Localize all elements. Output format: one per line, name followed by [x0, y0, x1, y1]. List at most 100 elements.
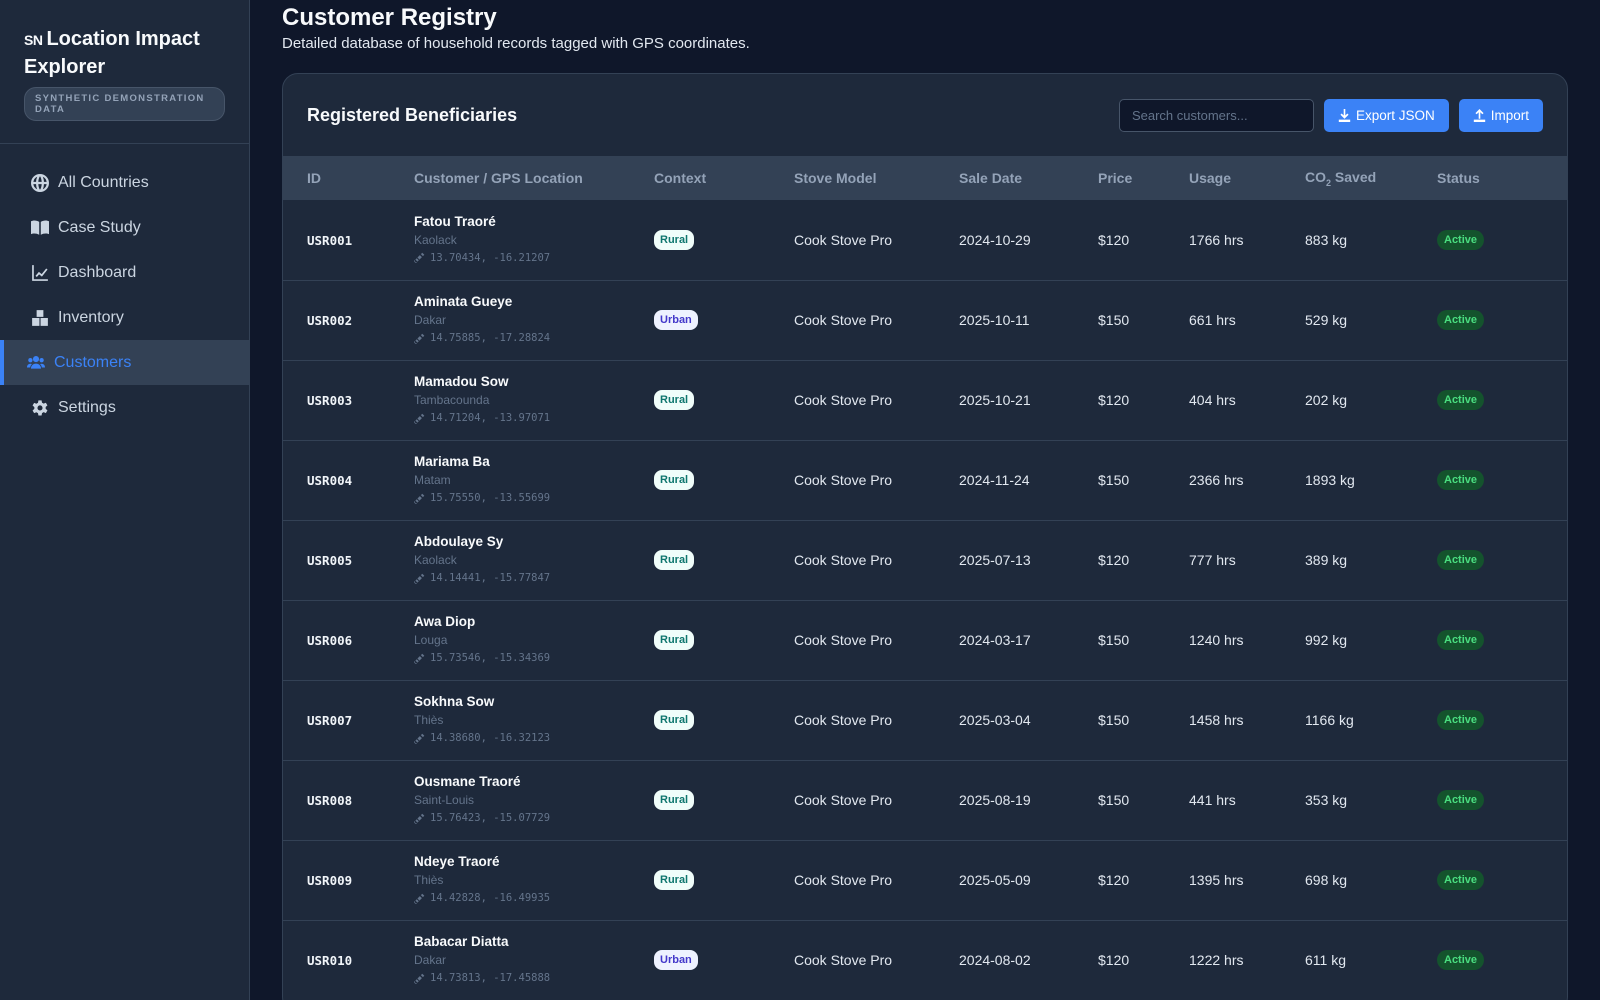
customer-gps: 14.71204, -13.97071	[414, 409, 654, 427]
import-label: Import	[1490, 107, 1529, 123]
search-input[interactable]	[1118, 98, 1314, 132]
customer-city: Thiès	[414, 713, 444, 727]
gps-coordinates: 14.73813, -17.45888	[430, 972, 551, 985]
customer-name: Sokhna Sow	[414, 694, 495, 709]
context-badge: Rural	[654, 229, 695, 250]
import-button[interactable]: Import	[1458, 98, 1543, 132]
table-row[interactable]: USR006 Awa Diop Louga 15.73546, -15.3436…	[283, 600, 1567, 680]
app-title: SN Location Impact Explorer	[24, 26, 225, 81]
column-header-co2-saved[interactable]: CO2 Saved	[1305, 156, 1437, 200]
column-header-id[interactable]: ID	[283, 156, 414, 200]
context-badge: Urban	[654, 950, 698, 971]
price: $120	[1098, 392, 1130, 408]
customer-city: Kaolack	[414, 553, 457, 567]
sale-date: 2024-08-02	[959, 952, 1031, 969]
usage: 1766 hrs	[1189, 231, 1244, 248]
column-header-sale-date[interactable]: Sale Date	[959, 156, 1098, 200]
co2-saved: 1893 kg	[1305, 472, 1355, 488]
price: $120	[1098, 952, 1130, 969]
table-row[interactable]: USR007 Sokhna Sow Thiès 14.38680, -16.32…	[283, 680, 1567, 760]
usage: 404 hrs	[1189, 392, 1236, 408]
satellite-icon	[414, 733, 425, 744]
customer-gps: 14.73813, -17.45888	[414, 969, 654, 987]
satellite-icon	[414, 973, 425, 984]
usage: 661 hrs	[1189, 312, 1236, 328]
table-row[interactable]: USR008 Ousmane Traoré Saint-Louis 15.764…	[283, 760, 1567, 840]
usage: 1240 hrs	[1189, 632, 1244, 648]
column-header-status[interactable]: Status	[1437, 156, 1567, 200]
sidebar-item-customers[interactable]: Customers	[0, 340, 249, 385]
customer-name: Babacar Diatta	[414, 934, 509, 950]
sidebar-item-settings[interactable]: Settings	[0, 385, 249, 430]
main-content: Customer Registry Detailed database of h…	[250, 0, 1600, 1000]
gps-coordinates: 15.73546, -15.34369	[430, 652, 551, 664]
co2-saved: 529 kg	[1305, 312, 1348, 328]
column-header-context[interactable]: Context	[654, 156, 794, 200]
sidebar-item-all-countries[interactable]: All Countries	[0, 160, 249, 205]
table-body: USR001 Fatou Traoré Kaolack 13.70434, -1…	[283, 200, 1567, 1000]
sidebar-item-label: All Countries	[58, 173, 149, 191]
sale-date: 2025-05-09	[959, 872, 1031, 888]
customer-id: USR003	[307, 393, 353, 408]
context-badge: Rural	[654, 470, 695, 490]
context-badge: Rural	[654, 790, 695, 810]
customer-id: USR004	[307, 473, 353, 488]
co2-saved: 992 kg	[1305, 632, 1348, 648]
column-header-stove-model[interactable]: Stove Model	[794, 156, 959, 200]
customers-table: ID Customer / GPS Location Context Stove…	[283, 156, 1567, 1000]
table-row[interactable]: USR001 Fatou Traoré Kaolack 13.70434, -1…	[283, 200, 1567, 280]
customer-name: Mamadou Sow	[414, 374, 509, 389]
sale-date: 2025-10-21	[959, 392, 1031, 408]
sale-date: 2024-10-29	[959, 231, 1031, 248]
column-header-price[interactable]: Price	[1098, 156, 1189, 200]
gps-coordinates: 15.75550, -13.55699	[430, 492, 551, 504]
customer-id: USR001	[307, 232, 353, 248]
sidebar-item-label: Settings	[58, 398, 116, 416]
export-json-button[interactable]: Export JSON	[1323, 98, 1449, 132]
price: $120	[1098, 552, 1130, 568]
page-title: Customer Registry	[282, 4, 497, 31]
toolbar: Export JSON Import	[1118, 98, 1543, 132]
table-row[interactable]: USR010 Babacar Diatta Dakar 14.73813, -1…	[283, 920, 1567, 1000]
sale-date: 2025-03-04	[959, 712, 1031, 728]
sale-date: 2025-07-13	[959, 552, 1031, 568]
table-row[interactable]: USR003 Mamadou Sow Tambacounda 14.71204,…	[283, 360, 1567, 440]
gps-coordinates: 14.42828, -16.49935	[430, 892, 551, 904]
sidebar: SN Location Impact Explorer SYNTHETIC DEM…	[0, 0, 250, 1000]
gps-coordinates: 14.14441, -15.77847	[430, 572, 551, 584]
stove-model: Cook Stove Pro	[794, 552, 893, 568]
context-badge: Rural	[654, 550, 695, 570]
column-header-usage[interactable]: Usage	[1189, 156, 1305, 200]
price: $120	[1098, 872, 1130, 888]
satellite-icon	[414, 573, 425, 584]
stove-model: Cook Stove Pro	[794, 312, 893, 328]
status-badge: Active	[1437, 710, 1485, 730]
beneficiaries-card: Registered Beneficiaries Export JSON Imp…	[282, 73, 1568, 1000]
sidebar-item-case-study[interactable]: Case Study	[0, 205, 249, 250]
table-row[interactable]: USR005 Abdoulaye Sy Kaolack 14.14441, -1…	[283, 520, 1567, 600]
customer-id: USR009	[307, 873, 353, 888]
customer-city: Thiès	[414, 873, 444, 887]
table-row[interactable]: USR004 Mariama Ba Matam 15.75550, -13.55…	[283, 440, 1567, 520]
table-row[interactable]: USR009 Ndeye Traoré Thiès 14.42828, -16.…	[283, 840, 1567, 920]
sidebar-item-inventory[interactable]: Inventory	[0, 295, 249, 340]
status-badge: Active	[1437, 790, 1485, 810]
column-header-customer[interactable]: Customer / GPS Location	[414, 156, 654, 200]
table-row[interactable]: USR002 Aminata Gueye Dakar 14.75885, -17…	[283, 280, 1567, 360]
satellite-icon	[414, 653, 425, 664]
usage: 1222 hrs	[1189, 952, 1244, 969]
sidebar-item-dashboard[interactable]: Dashboard	[0, 250, 249, 295]
status-badge: Active	[1437, 229, 1485, 250]
export-json-label: Export JSON	[1355, 107, 1435, 123]
context-badge: Rural	[654, 710, 695, 730]
co2-prefix: CO	[1305, 168, 1326, 185]
customer-city: Kaolack	[414, 232, 457, 247]
customer-gps: 15.76423, -15.07729	[414, 809, 654, 827]
app-title-text: Location Impact Explorer	[24, 28, 200, 78]
sidebar-item-label: Dashboard	[58, 263, 137, 281]
brand: SN Location Impact Explorer SYNTHETIC DEM…	[0, 0, 249, 144]
customer-city: Tambacounda	[414, 393, 490, 407]
globe-icon	[30, 173, 50, 193]
customer-id: USR008	[307, 793, 353, 808]
sale-date: 2025-08-19	[959, 792, 1031, 808]
